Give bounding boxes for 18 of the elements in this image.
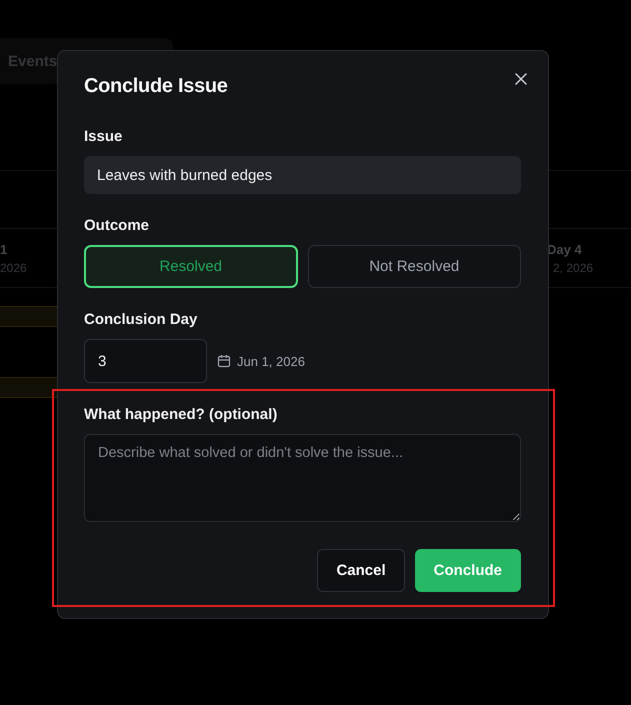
day-number-field[interactable]: 3 <box>84 339 207 383</box>
calendar-icon <box>217 354 231 368</box>
close-button[interactable] <box>513 71 529 87</box>
day-date: 2026 <box>0 260 27 276</box>
field-label: Issue <box>84 127 124 147</box>
day-date: 2, 2026 <box>552 260 594 276</box>
day-title: 1 <box>0 240 8 258</box>
field-label: Conclusion Day <box>84 310 198 330</box>
dialog-title: Conclude Issue <box>84 74 229 99</box>
outcome-option[interactable]: Not Resolved <box>308 245 521 288</box>
notes-field[interactable]: Describe what solved or didn't solve the issue... <box>84 434 521 522</box>
date-text: Jun 1, 2026 <box>237 354 305 368</box>
close-icon <box>515 73 527 85</box>
field-label: Outcome <box>84 216 150 236</box>
outcome-option[interactable]: Resolved <box>84 245 298 288</box>
field-label: What happened? (optional) <box>84 405 278 425</box>
cancel-button[interactable]: Cancel <box>317 549 405 592</box>
issue-field[interactable]: Leaves with burned edges <box>84 156 521 194</box>
